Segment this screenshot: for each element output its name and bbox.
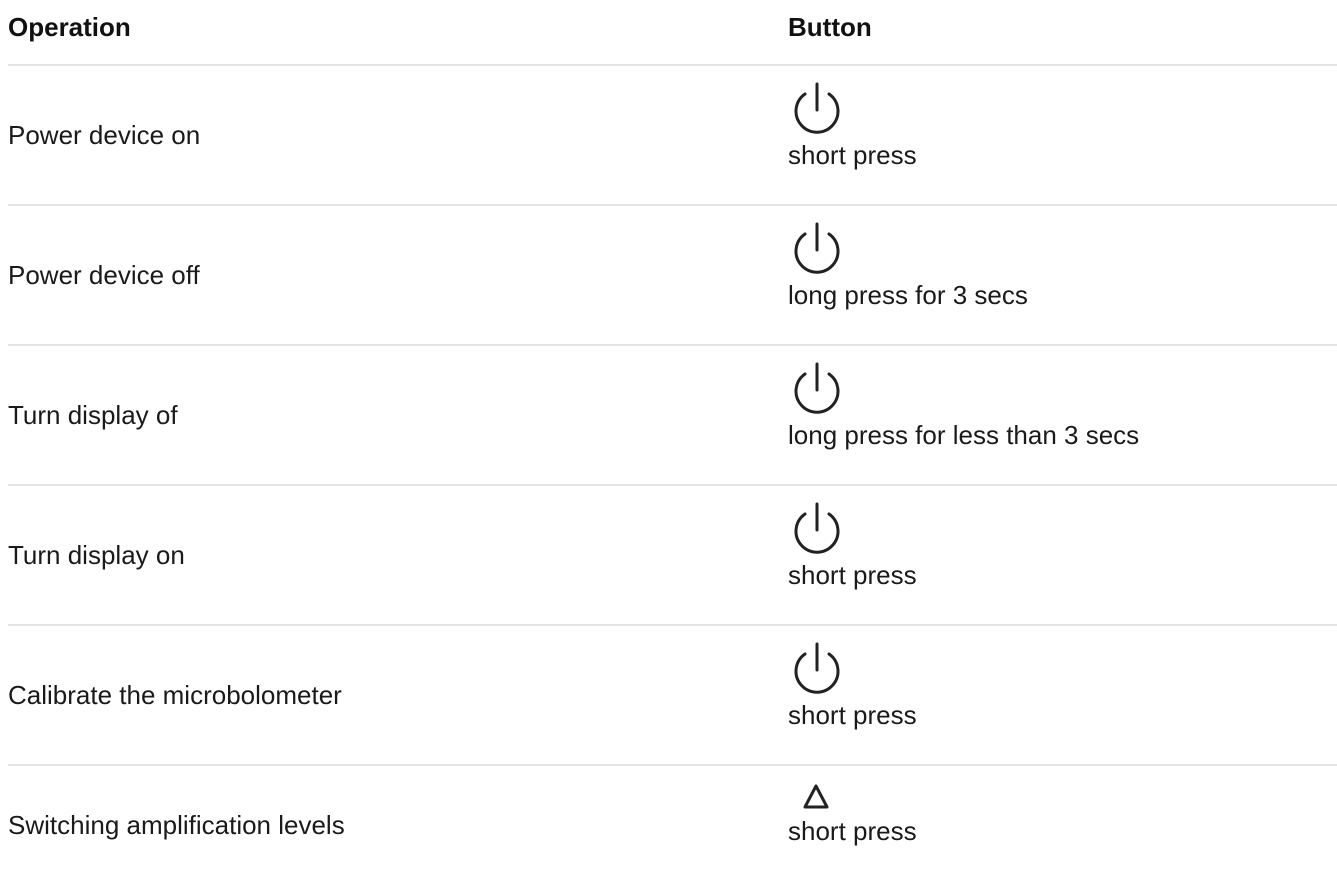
- operations-table: Operation Button Power device on short p…: [8, 0, 1337, 876]
- power-icon: [794, 362, 840, 414]
- button-action-text: long press for less than 3 secs: [788, 420, 1140, 450]
- button-cell: long press for 3 secs: [788, 220, 1028, 312]
- operation-cell: Calibrate the microbolometer: [8, 680, 342, 710]
- power-icon: [794, 82, 840, 134]
- table-row: Power device off long press for 3 secs: [8, 206, 1337, 346]
- button-action-text: short press: [788, 816, 917, 846]
- header-button: Button: [788, 12, 872, 42]
- operation-cell: Turn display on: [8, 540, 185, 570]
- button-action-text: short press: [788, 140, 917, 170]
- operation-cell: Power device off: [8, 260, 200, 290]
- table-row: Calibrate the microbolometer short press: [8, 626, 1337, 766]
- table-row: Turn display of long press for less than…: [8, 346, 1337, 486]
- button-cell: short press: [788, 780, 917, 848]
- table-row: Power device on short press: [8, 66, 1337, 206]
- operation-cell: Switching amplification levels: [8, 810, 345, 840]
- button-cell: short press: [788, 80, 917, 172]
- header-operation: Operation: [8, 12, 131, 42]
- power-icon: [794, 222, 840, 274]
- triangle-up-icon: [803, 784, 829, 809]
- button-action-text: short press: [788, 700, 917, 730]
- button-cell: short press: [788, 500, 917, 592]
- button-action-text: long press for 3 secs: [788, 280, 1028, 310]
- power-icon: [794, 502, 840, 554]
- operation-cell: Turn display of: [8, 400, 178, 430]
- button-action-text: short press: [788, 560, 917, 590]
- button-cell: short press: [788, 640, 917, 732]
- table-header-row: Operation Button: [8, 0, 1337, 66]
- power-icon: [794, 642, 840, 694]
- button-cell: long press for less than 3 secs: [788, 360, 1139, 452]
- table-row: Turn display on short press: [8, 486, 1337, 626]
- table-row: Switching amplification levels short pre…: [8, 766, 1337, 876]
- operation-cell: Power device on: [8, 120, 201, 150]
